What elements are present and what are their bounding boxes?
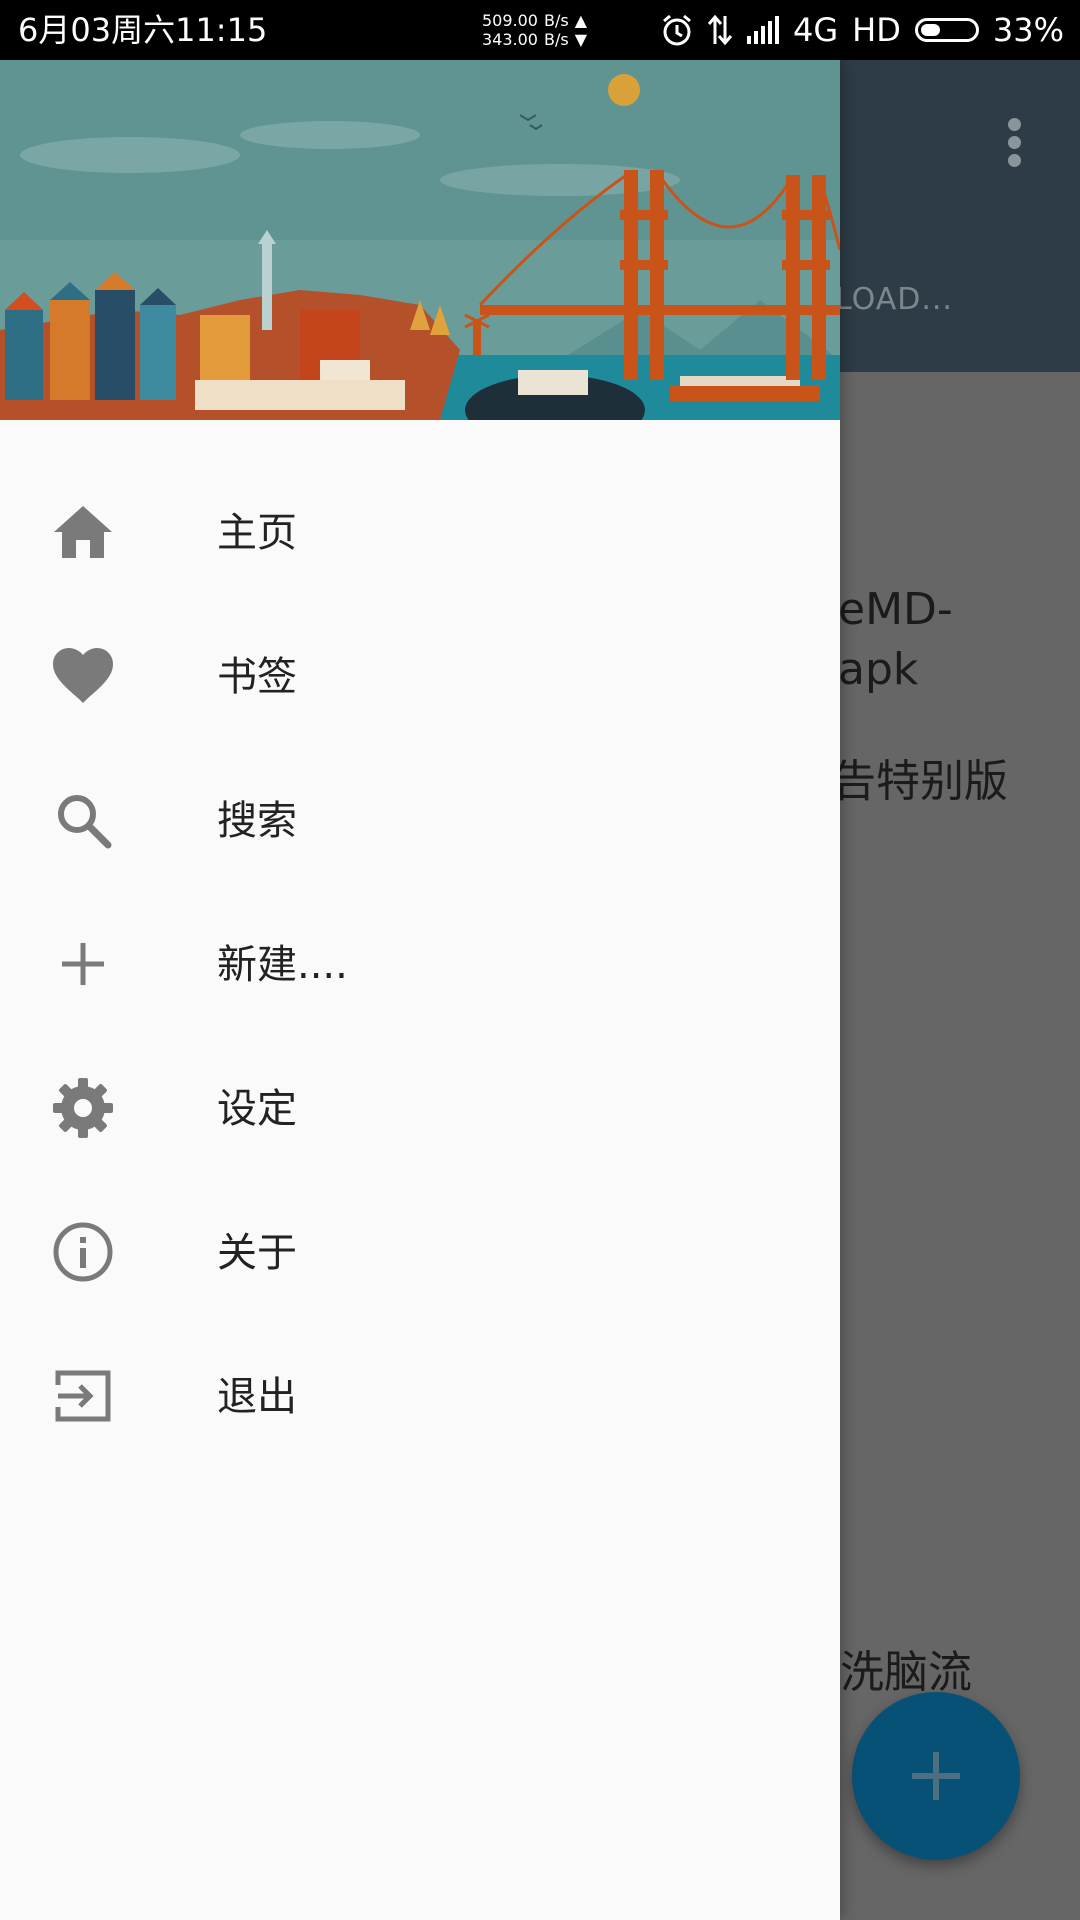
menu-item-about-label: 关于	[217, 1230, 297, 1276]
upload-speed: 509.00	[482, 11, 538, 30]
plus-icon	[912, 1752, 960, 1800]
download-speed: 343.00	[482, 30, 538, 49]
plus-icon	[50, 931, 116, 997]
upload-unit: B/s	[543, 11, 569, 30]
hd-indicator: HD	[852, 11, 901, 49]
menu-item-search[interactable]: 搜索	[0, 745, 840, 889]
menu-item-exit[interactable]: 退出	[0, 1321, 840, 1465]
menu-item-home[interactable]: 主页	[0, 457, 840, 601]
drawer-header-image	[0, 60, 840, 420]
menu-item-new-label: 新建....	[217, 942, 348, 988]
add-fab-button[interactable]	[852, 1692, 1020, 1860]
menu-item-bookmarks-label: 书签	[217, 654, 297, 700]
drawer-menu: 主页 书签 搜索 新建.... 设定 关于 退出	[0, 457, 840, 1465]
status-time: 6月03周六11:15	[18, 11, 268, 49]
download-unit: B/s	[543, 30, 569, 49]
signal-icon	[747, 16, 780, 44]
navigation-drawer: 主页 书签 搜索 新建.... 设定 关于 退出	[0, 60, 840, 1920]
gear-icon	[50, 1075, 116, 1141]
search-icon	[50, 787, 116, 853]
menu-item-search-label: 搜索	[217, 798, 297, 844]
home-icon	[50, 499, 116, 565]
content-title-line1: eMD-	[838, 584, 953, 635]
heart-icon	[50, 643, 116, 709]
menu-item-exit-label: 退出	[217, 1374, 297, 1420]
network-speed: 509.00 B/s ▲ 343.00 B/s ▼	[482, 11, 587, 49]
content-title: eMD- apk	[838, 580, 953, 700]
battery-fill	[920, 24, 940, 36]
download-arrow: ▼	[574, 30, 587, 49]
alarm-icon	[661, 13, 693, 47]
menu-item-home-label: 主页	[217, 510, 297, 556]
battery-percent: 33%	[992, 11, 1064, 49]
content-subtitle: 告特别版	[832, 756, 1008, 807]
network-type: 4G	[793, 11, 839, 49]
upload-arrow: ▲	[574, 11, 587, 30]
status-bar: 6月03周六11:15 509.00 B/s ▲ 343.00 B/s ▼ 4G HD …	[0, 0, 1080, 60]
menu-item-settings[interactable]: 设定	[0, 1033, 840, 1177]
toolbar-tab-label: LOAD...	[835, 282, 953, 317]
battery-icon	[914, 18, 979, 42]
exit-icon	[50, 1363, 116, 1429]
menu-item-about[interactable]: 关于	[0, 1177, 840, 1321]
menu-item-new[interactable]: 新建....	[0, 889, 840, 1033]
status-icons: 4G HD 33%	[661, 8, 1064, 52]
data-transfer-icon	[707, 14, 733, 46]
overflow-menu-icon[interactable]	[1000, 118, 1028, 174]
menu-item-bookmarks[interactable]: 书签	[0, 601, 840, 745]
menu-item-settings-label: 设定	[217, 1086, 297, 1132]
content-title-line2: apk	[838, 644, 919, 695]
info-icon	[50, 1219, 116, 1285]
